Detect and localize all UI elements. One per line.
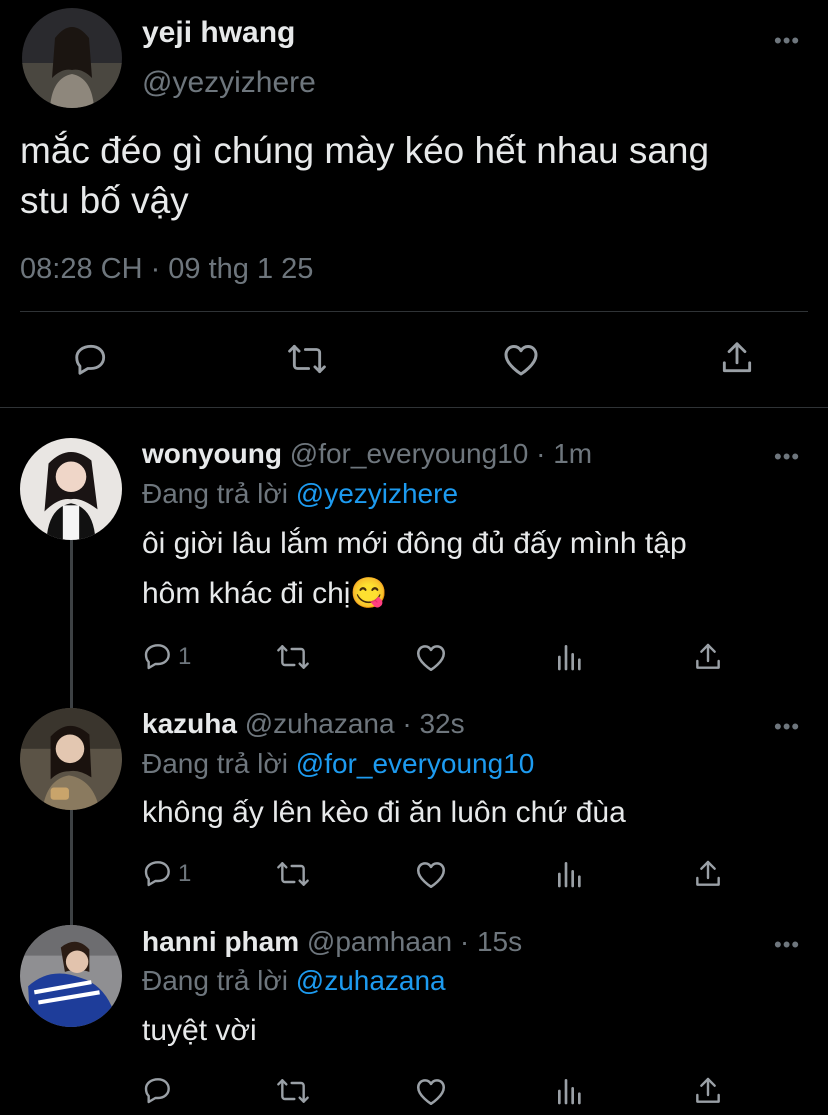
thread-line bbox=[70, 540, 73, 710]
replying-to: Đang trả lời @yezyizhere bbox=[142, 478, 458, 510]
reply-display-name[interactable]: kazuha bbox=[142, 708, 237, 739]
reply-text-line1: tuyệt vời bbox=[142, 1014, 257, 1047]
main-tweet-text-line2: stu bố vậy bbox=[20, 180, 189, 221]
retweet-icon[interactable] bbox=[274, 1075, 312, 1107]
replying-to-label: Đang trả lời bbox=[142, 478, 288, 509]
share-upload-icon[interactable] bbox=[692, 1074, 724, 1108]
reply-count: 1 bbox=[178, 860, 192, 887]
main-tweet-text-line1: mắc đéo gì chúng mày kéo hết nhau sang bbox=[20, 130, 710, 171]
share-upload-icon[interactable] bbox=[692, 857, 724, 891]
heart-icon[interactable] bbox=[501, 340, 541, 378]
analytics-bars-icon[interactable] bbox=[554, 1075, 586, 1107]
main-display-name[interactable]: yeji hwang bbox=[142, 16, 295, 50]
analytics-bars-icon[interactable] bbox=[554, 858, 586, 890]
share-upload-icon[interactable] bbox=[718, 338, 756, 378]
avatar-hanni[interactable] bbox=[20, 925, 122, 1027]
reply-display-name[interactable]: wonyoung bbox=[142, 438, 282, 469]
reply-handle-time[interactable]: @pamhaan · 15s bbox=[307, 926, 522, 957]
more-dots-icon[interactable]: ••• bbox=[774, 716, 800, 738]
more-dots-icon[interactable]: ••• bbox=[774, 446, 800, 468]
heart-icon[interactable] bbox=[414, 1075, 448, 1107]
main-handle[interactable]: @yezyizhere bbox=[142, 66, 316, 100]
replying-to-label: Đang trả lời bbox=[142, 965, 288, 996]
replying-to-label: Đang trả lời bbox=[142, 748, 288, 779]
main-timestamp[interactable]: 08:28 CH · 09 thg 1 25 bbox=[20, 253, 313, 286]
avatar-wonyoung[interactable] bbox=[20, 438, 122, 540]
reply-handle-time[interactable]: @for_everyoung10 · 1m bbox=[290, 438, 592, 469]
replying-to-handle[interactable]: @yezyizhere bbox=[296, 478, 458, 509]
reply-display-name[interactable]: hanni pham bbox=[142, 926, 299, 957]
heart-icon[interactable] bbox=[414, 641, 448, 673]
retweet-icon[interactable] bbox=[274, 858, 312, 890]
reply-header: hanni pham @pamhaan · 15s bbox=[142, 926, 522, 958]
reply-handle-time[interactable]: @zuhazana · 32s bbox=[245, 708, 465, 739]
reply-text-line1: không ấy lên kèo đi ăn luôn chứ đùa bbox=[142, 796, 626, 829]
reply-text-line1: ôi giời lâu lắm mới đông đủ đấy mình tập bbox=[142, 527, 687, 560]
replying-to: Đang trả lời @zuhazana bbox=[142, 965, 446, 997]
divider bbox=[20, 311, 808, 312]
share-upload-icon[interactable] bbox=[692, 640, 724, 674]
reply-count: 1 bbox=[178, 643, 192, 670]
replying-to: Đang trả lời @for_everyoung10 bbox=[142, 748, 534, 780]
avatar-kazuha[interactable] bbox=[20, 708, 122, 810]
analytics-bars-icon[interactable] bbox=[554, 641, 586, 673]
replying-to-handle[interactable]: @for_everyoung10 bbox=[296, 748, 535, 779]
reply-bubble-icon[interactable] bbox=[142, 1074, 174, 1106]
replying-to-handle[interactable]: @zuhazana bbox=[296, 965, 446, 996]
reply-bubble-icon[interactable] bbox=[142, 857, 174, 889]
heart-icon[interactable] bbox=[414, 858, 448, 890]
thread-line bbox=[70, 810, 73, 925]
retweet-icon[interactable] bbox=[286, 340, 328, 378]
avatar-yeji[interactable] bbox=[22, 8, 122, 108]
reply-header: kazuha @zuhazana · 32s bbox=[142, 708, 465, 740]
more-dots-icon[interactable]: ••• bbox=[774, 30, 800, 52]
reply-text-line2: hôm khác đi chị😋 bbox=[142, 577, 388, 610]
reply-header: wonyoung @for_everyoung10 · 1m bbox=[142, 438, 592, 470]
reply-bubble-icon[interactable] bbox=[142, 640, 174, 672]
retweet-icon[interactable] bbox=[274, 641, 312, 673]
more-dots-icon[interactable]: ••• bbox=[774, 934, 800, 956]
reply-bubble-icon[interactable] bbox=[72, 340, 110, 378]
divider bbox=[0, 407, 828, 408]
